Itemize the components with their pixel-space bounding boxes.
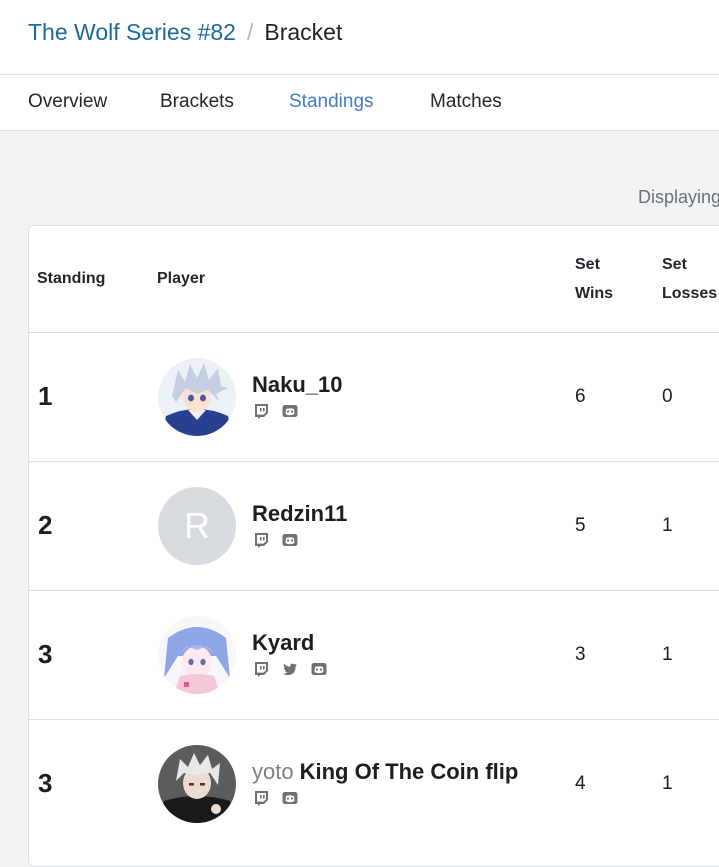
standing-value: 1 <box>38 381 53 411</box>
player-name-text: King Of The Coin flip <box>299 759 519 784</box>
displaying-count-text: Displaying <box>638 187 719 207</box>
column-header-set-wins[interactable]: Set Wins <box>575 250 613 308</box>
player-name[interactable]: Kyard <box>252 630 314 656</box>
player-name-text: Kyard <box>252 630 315 655</box>
standing-value: 2 <box>38 510 53 540</box>
set-wins-value: 3 <box>575 644 586 665</box>
discord-icon[interactable] <box>282 790 298 806</box>
twitch-icon[interactable] <box>253 532 269 548</box>
discord-icon[interactable] <box>311 661 327 677</box>
player-name[interactable]: Naku_10 <box>252 372 343 398</box>
discord-icon[interactable] <box>282 403 298 419</box>
social-links <box>253 790 298 806</box>
set-losses-value: 0 <box>662 386 673 407</box>
table-row[interactable]: 1 Naku_10 6 0 <box>29 332 719 461</box>
table-row[interactable]: 2 R Redzin11 5 1 <box>29 461 719 590</box>
set-wins-value: 4 <box>575 773 586 794</box>
tab-bar: Overview Brackets Standings Matches <box>0 75 719 131</box>
tab-matches[interactable]: Matches <box>430 91 502 113</box>
table-row[interactable]: 3 Kyard 3 1 <box>29 590 719 719</box>
social-links <box>253 403 298 419</box>
tab-standings[interactable]: Standings <box>289 91 374 113</box>
player-name-text: Redzin11 <box>252 501 348 526</box>
standing-value: 3 <box>38 639 53 669</box>
tab-brackets[interactable]: Brackets <box>160 91 234 113</box>
avatar[interactable] <box>158 745 236 823</box>
breadcrumb-separator: / <box>246 19 254 45</box>
page-header: The Wolf Series #82 / Bracket <box>0 0 719 75</box>
breadcrumb-current: Bracket <box>264 19 343 45</box>
set-losses-value: 1 <box>662 644 673 665</box>
avatar[interactable] <box>158 358 236 436</box>
set-losses-value: 1 <box>662 773 673 794</box>
avatar[interactable]: R <box>158 487 236 565</box>
column-header-set-losses[interactable]: Set Losses <box>662 250 717 308</box>
player-name[interactable]: Redzin11 <box>252 501 347 527</box>
tab-overview[interactable]: Overview <box>28 91 107 113</box>
set-wins-value: 5 <box>575 515 586 536</box>
column-header-standing[interactable]: Standing <box>37 264 105 293</box>
social-links <box>253 532 298 548</box>
set-losses-value: 1 <box>662 515 673 536</box>
standing-value: 3 <box>38 768 53 798</box>
avatar[interactable] <box>158 616 236 694</box>
discord-icon[interactable] <box>282 532 298 548</box>
player-name[interactable]: yoto King Of The Coin flip <box>252 759 518 785</box>
column-header-player[interactable]: Player <box>157 264 205 293</box>
avatar-initial: R <box>158 487 236 565</box>
column-header-set-wins-line2: Wins <box>575 285 614 302</box>
twitch-icon[interactable] <box>253 403 269 419</box>
player-name-text: Naku_10 <box>252 372 343 397</box>
twitter-icon[interactable] <box>282 661 298 677</box>
standings-table: Standing Player Set Wins Set Losses 1 Na… <box>28 225 719 867</box>
twitch-icon[interactable] <box>253 661 269 677</box>
set-wins-value: 6 <box>575 386 586 407</box>
social-links <box>253 661 327 677</box>
column-header-set-losses-line1: Set <box>662 256 687 273</box>
table-row[interactable]: 3 yoto King Of The Coin flip 4 1 <box>29 719 719 848</box>
player-prefix: yoto <box>252 759 294 784</box>
column-header-set-wins-line1: Set <box>575 256 600 273</box>
breadcrumb-tournament-link[interactable]: The Wolf Series #82 <box>28 19 236 45</box>
breadcrumb: The Wolf Series #82 / Bracket <box>28 19 342 46</box>
column-header-set-losses-line2: Losses <box>662 285 718 302</box>
twitch-icon[interactable] <box>253 790 269 806</box>
